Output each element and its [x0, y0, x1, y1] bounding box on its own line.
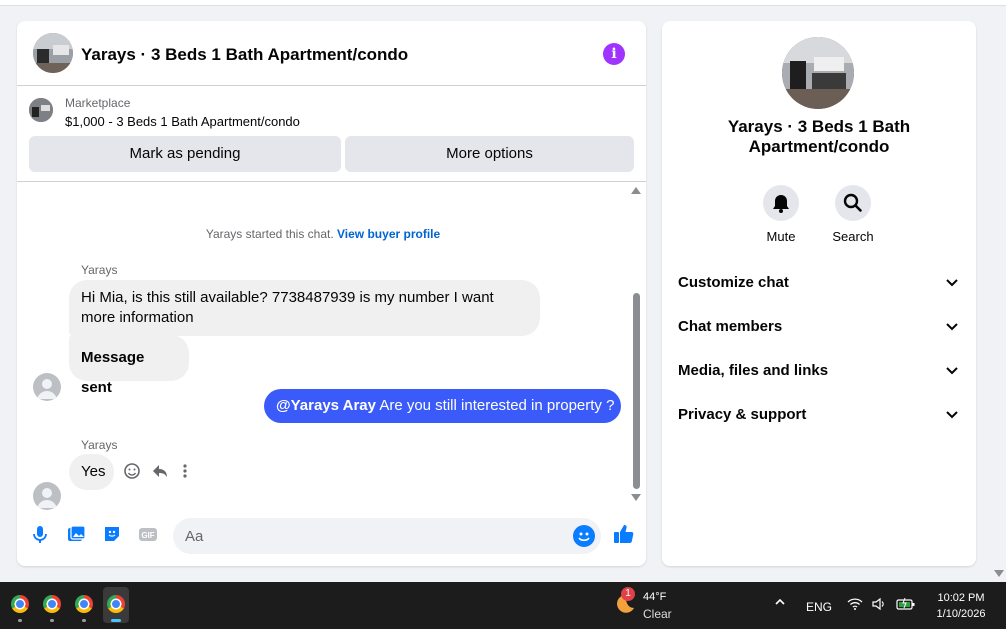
outgoing-message[interactable]: @Yarays Aray Are you still interested in…: [264, 389, 621, 423]
reply-icon[interactable]: [151, 462, 169, 485]
message-input[interactable]: [185, 518, 565, 554]
incoming-message[interactable]: Yes: [69, 454, 114, 490]
incoming-message[interactable]: Hi Mia, is this still available? 7738487…: [69, 280, 540, 336]
thumbs-up-icon[interactable]: [613, 523, 635, 545]
sender-name: Yarays: [81, 263, 118, 277]
message-scrollbar[interactable]: [629, 183, 646, 508]
chrome-icon: [43, 595, 61, 613]
search-action[interactable]: Search: [823, 185, 883, 244]
section-chat-members[interactable]: Chat members: [678, 306, 962, 346]
react-icon[interactable]: [123, 462, 141, 485]
incoming-message[interactable]: Message sent: [69, 335, 189, 396]
chevron-down-icon: [944, 362, 960, 378]
info-icon[interactable]: i: [603, 43, 625, 65]
chrome-icon: [11, 595, 29, 613]
section-label: Privacy & support: [678, 406, 807, 423]
listing-avatar-large[interactable]: [782, 37, 854, 109]
listing-avatar[interactable]: [33, 33, 73, 73]
user-avatar[interactable]: [33, 482, 61, 510]
user-avatar[interactable]: [33, 373, 61, 401]
search-button[interactable]: [835, 185, 871, 221]
scroll-up-arrow-icon[interactable]: [631, 187, 641, 194]
clock-date: 1/10/2026: [936, 608, 986, 620]
wifi-icon[interactable]: [847, 597, 863, 614]
mark-as-pending-button[interactable]: Mark as pending: [29, 136, 341, 172]
composer: GIF: [17, 513, 646, 558]
photo-icon[interactable]: [65, 523, 87, 545]
scroll-down-arrow-icon[interactable]: [631, 494, 641, 501]
message-actions: [123, 462, 203, 482]
sticker-icon[interactable]: [101, 523, 123, 545]
taskbar-app-chrome[interactable]: [7, 587, 33, 623]
details-title: Yarays · 3 Beds 1 Bath Apartment/condo: [727, 117, 911, 156]
bell-icon: [773, 195, 789, 213]
language-indicator[interactable]: ENG: [806, 600, 832, 614]
section-customize-chat[interactable]: Customize chat: [678, 262, 962, 302]
windows-taskbar: 1 44°F Clear ENG 10:02 PM 1/10/2026: [0, 582, 1006, 629]
browser-top-edge: [0, 0, 1006, 6]
chevron-down-icon: [944, 274, 960, 290]
message-list: Yarays started this chat. View buyer pro…: [17, 183, 629, 510]
mute-label: Mute: [766, 229, 796, 244]
svg-text:GIF: GIF: [141, 531, 154, 540]
chat-panel: Yarays · 3 Beds 1 Bath Apartment/condo i…: [17, 21, 646, 566]
marketplace-listing: Marketplace $1,000 - 3 Beds 1 Bath Apart…: [17, 86, 646, 182]
section-label: Media, files and links: [678, 362, 829, 379]
scrollbar-thumb[interactable]: [633, 293, 640, 489]
mute-action[interactable]: Mute: [751, 185, 811, 244]
taskbar-app-chrome[interactable]: [39, 587, 65, 623]
chat-title[interactable]: Yarays · 3 Beds 1 Bath Apartment/condo: [81, 45, 408, 65]
speaker-icon[interactable]: [871, 597, 887, 614]
more-options-button[interactable]: More options: [345, 136, 634, 172]
chevron-down-icon: [944, 318, 960, 334]
chevron-down-icon: [944, 406, 960, 422]
weather-temp[interactable]: 44°F: [643, 591, 666, 603]
sender-name: Yarays: [81, 438, 118, 452]
mention-tag[interactable]: @Yarays Aray: [276, 397, 376, 414]
chat-header: Yarays · 3 Beds 1 Bath Apartment/condo i: [17, 21, 646, 86]
message-input-box[interactable]: [173, 518, 601, 554]
mute-button[interactable]: [763, 185, 799, 221]
more-actions-icon[interactable]: [181, 462, 189, 485]
search-label: Search: [832, 229, 874, 244]
weather-badge: 1: [621, 587, 635, 601]
chat-details-panel: Yarays · 3 Beds 1 Bath Apartment/condo M…: [662, 21, 976, 566]
gif-icon[interactable]: GIF: [137, 523, 159, 545]
chat-started-text: Yarays started this chat.: [205, 227, 334, 241]
section-label: Chat members: [678, 318, 783, 335]
chat-started-notice: Yarays started this chat. View buyer pro…: [17, 227, 629, 241]
page-scroll-down-icon[interactable]: [994, 570, 1004, 577]
section-label: Customize chat: [678, 274, 789, 291]
taskbar-app-chrome-active[interactable]: [103, 587, 129, 623]
marketplace-label: Marketplace: [65, 96, 131, 110]
section-privacy-support[interactable]: Privacy & support: [678, 394, 962, 434]
weather-condition[interactable]: Clear: [643, 607, 672, 621]
clock-time: 10:02 PM: [937, 592, 985, 604]
microphone-icon[interactable]: [29, 523, 51, 545]
battery-icon[interactable]: [896, 597, 916, 614]
section-media-files-links[interactable]: Media, files and links: [678, 350, 962, 390]
taskbar-app-chrome[interactable]: [71, 587, 97, 623]
chevron-up-icon[interactable]: [774, 596, 786, 611]
chrome-icon: [107, 595, 125, 613]
emoji-icon[interactable]: [573, 525, 595, 547]
listing-thumbnail[interactable]: [29, 98, 53, 122]
outgoing-message-text: Are you still interested in property ?: [375, 397, 615, 414]
chrome-icon: [75, 595, 93, 613]
view-buyer-profile-link[interactable]: View buyer profile: [337, 227, 440, 241]
listing-price-title[interactable]: $1,000 - 3 Beds 1 Bath Apartment/condo: [65, 114, 300, 129]
search-icon: [843, 193, 862, 212]
clock[interactable]: 10:02 PM 1/10/2026: [928, 590, 994, 622]
